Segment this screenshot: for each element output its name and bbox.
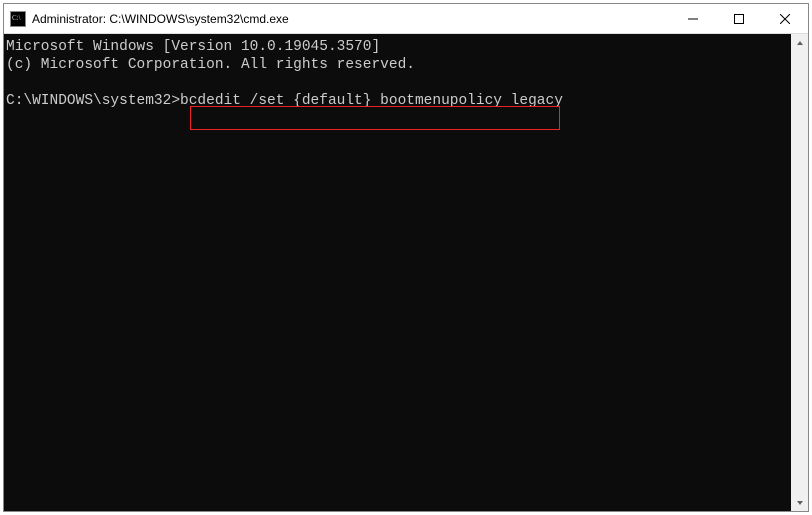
prompt-line: C:\WINDOWS\system32>bcdedit /set {defaul…	[6, 93, 563, 109]
vertical-scrollbar[interactable]	[791, 34, 808, 511]
window-controls	[670, 4, 808, 33]
maximize-icon	[734, 14, 744, 24]
scroll-down-icon	[796, 499, 804, 507]
terminal-output[interactable]: Microsoft Windows [Version 10.0.19045.35…	[4, 34, 791, 511]
close-button[interactable]	[762, 4, 808, 33]
svg-text:C:\: C:\	[12, 14, 21, 22]
cmd-window: C:\ Administrator: C:\WINDOWS\system32\c…	[3, 3, 809, 512]
window-title: Administrator: C:\WINDOWS\system32\cmd.e…	[32, 12, 670, 26]
minimize-icon	[688, 14, 698, 24]
maximize-button[interactable]	[716, 4, 762, 33]
copyright-line: (c) Microsoft Corporation. All rights re…	[6, 57, 415, 73]
prompt: C:\WINDOWS\system32>	[6, 93, 180, 109]
content-area: Microsoft Windows [Version 10.0.19045.35…	[4, 34, 808, 511]
highlight-box	[190, 106, 560, 130]
scroll-down-button[interactable]	[791, 494, 808, 511]
scroll-up-icon	[796, 39, 804, 47]
scroll-up-button[interactable]	[791, 34, 808, 51]
version-line: Microsoft Windows [Version 10.0.19045.35…	[6, 39, 380, 55]
cmd-icon: C:\	[10, 11, 26, 27]
close-icon	[780, 14, 790, 24]
minimize-button[interactable]	[670, 4, 716, 33]
titlebar[interactable]: C:\ Administrator: C:\WINDOWS\system32\c…	[4, 4, 808, 34]
command-text: bcdedit /set {default} bootmenupolicy le…	[180, 93, 563, 109]
scrollbar-track[interactable]	[791, 51, 808, 494]
